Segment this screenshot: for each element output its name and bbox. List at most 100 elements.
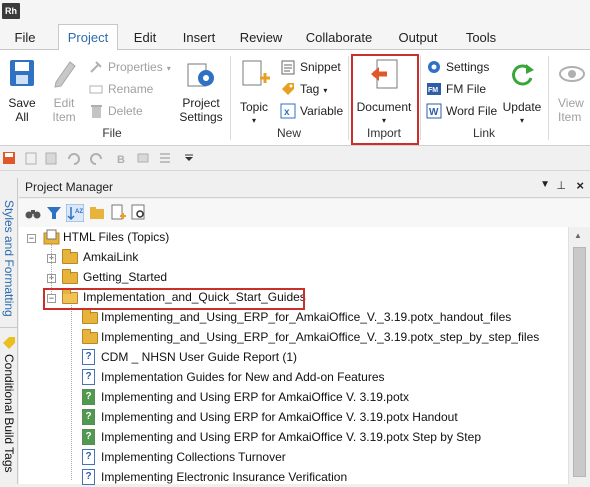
pencil-icon [54,61,76,88]
collapse-icon[interactable]: − [27,234,36,243]
panel-title: Project Manager [25,180,114,194]
settings-gear-icon [428,61,440,73]
folder-icon [62,269,78,284]
snippet-button[interactable]: Snippet [300,58,341,76]
tab-tools[interactable]: Tools [458,28,504,50]
close-icon[interactable]: × [576,178,584,193]
refresh-icon [512,64,534,86]
save-all-label: Save All [8,96,36,124]
folder-icon[interactable] [89,205,105,221]
side-panel-tabs: Styles and Formatting Conditional Build … [0,178,18,484]
qat-bold-icon[interactable]: B [114,151,128,165]
project-settings-label: Project Settings [179,96,223,124]
folder-icon [62,249,78,264]
rename-icon [89,85,103,94]
quick-access-toolbar: B [0,147,590,171]
tree-item[interactable]: Implementation Guides for New and Add-on… [101,367,385,387]
qat-align-icon[interactable] [158,151,172,165]
fm-file-button[interactable]: FM File [446,80,486,98]
tree-item[interactable]: CDM _ NHSN User Guide Report (1) [101,347,297,367]
tree-item[interactable]: Implementing and Using ERP for AmkaiOffi… [101,387,409,407]
scroll-up-icon[interactable]: ▲ [574,231,582,240]
binoculars-icon[interactable] [25,205,41,221]
new-topic-button[interactable]: Topic ▾ [234,54,274,126]
tab-output[interactable]: Output [390,28,446,50]
svg-text:x: x [284,107,290,118]
tab-collaborate[interactable]: Collaborate [300,28,378,50]
word-file-button[interactable]: Word File [446,102,497,120]
topic-icon: ? [82,449,95,465]
new-topic-icon [242,60,270,86]
tab-insert[interactable]: Insert [176,28,222,50]
view-item-label: View Item [558,96,584,124]
tag-button[interactable]: Tag ▾ [300,80,327,98]
svg-text:B: B [117,154,125,165]
save-icon [10,60,34,86]
tab-conditional-build-tags[interactable]: Conditional Build Tags [0,332,18,484]
tree-item[interactable]: Implementing Collections Turnover [101,447,286,467]
variable-icon: x [280,103,296,119]
properties-dropdown-icon: ▾ [166,64,171,73]
group-link-label: Link [472,126,495,140]
qat-copy-icon[interactable] [24,151,38,165]
topic-label: Topic [239,100,268,114]
properties-button[interactable]: Properties ▾ [108,58,171,76]
tab-file[interactable]: File [8,28,42,50]
edit-item-button[interactable]: Edit Item [44,54,84,126]
update-button[interactable]: Update ▾ [500,54,544,126]
build-tags-tab-label: Conditional Build Tags [2,354,16,473]
tree-item[interactable]: Implementing and Using ERP for AmkaiOffi… [101,407,458,427]
view-item-button[interactable]: View Item [552,54,590,126]
filter-icon[interactable] [46,205,62,221]
tree-item[interactable]: Implementing_and_Using_ERP_for_AmkaiOffi… [101,327,539,347]
tree-item[interactable]: Implementing Electronic Insurance Verifi… [101,467,347,487]
tab-review[interactable]: Review [236,28,286,50]
topic-green-icon: ? [82,429,95,445]
folder-highlight-box [43,288,305,310]
ribbon-tabs: File Project Edit Insert Review Collabor… [0,22,590,51]
topic-green-icon: ? [82,389,95,405]
variable-button[interactable]: Variable [300,102,343,120]
tree-scrollbar[interactable]: ▲ [568,227,590,484]
tag-icon [282,83,294,95]
title-bar: Rh [0,0,590,22]
qat-customize-icon[interactable] [184,153,194,163]
qat-redo-icon[interactable] [90,151,104,165]
tree-folder-getting-started[interactable]: Getting_Started [83,267,167,287]
view-icon [559,66,585,82]
qat-paste-icon[interactable] [44,151,58,165]
topic-icon: ? [82,349,95,365]
qat-format-icon[interactable] [136,151,150,165]
group-separator [348,56,349,140]
pin-icon[interactable]: ⊥ [556,179,566,192]
tab-edit[interactable]: Edit [127,28,163,50]
tree-line [51,244,52,294]
scroll-thumb[interactable] [573,247,586,477]
tree-item[interactable]: Implementing and Using ERP for AmkaiOffi… [101,427,481,447]
tree-root-html-files[interactable]: HTML Files (Topics) [63,227,169,247]
find-replace-icon[interactable] [131,204,147,222]
new-file-icon[interactable] [110,204,126,222]
group-new-label: New [276,126,301,140]
delete-icon [91,105,102,118]
tree-folder-amkailink[interactable]: AmkaiLink [83,247,138,267]
qat-undo-icon[interactable] [66,151,80,165]
import-highlight-box [351,54,419,145]
tab-styles-and-formatting[interactable]: Styles and Formatting [0,178,18,328]
sort-icon[interactable]: AZ [66,204,84,222]
word-file-icon: W [426,103,442,119]
group-file-label: File [102,126,122,140]
tab-project[interactable]: Project [58,24,118,51]
qat-save-icon[interactable] [2,151,16,165]
tree-item[interactable]: Implementing_and_Using_ERP_for_AmkaiOffi… [101,307,511,327]
project-settings-button[interactable]: Project Settings [176,54,226,126]
topic-green-icon: ? [82,409,95,425]
delete-button[interactable]: Delete [108,102,143,120]
link-settings-button[interactable]: Settings [446,58,489,76]
topic-icon: ? [82,469,95,485]
project-tree: − HTML Files (Topics) + AmkaiLink + Gett… [19,227,568,487]
save-all-button[interactable]: Save All [2,54,42,126]
rename-button[interactable]: Rename [108,80,153,98]
ribbon: Save All Edit Item Properties ▾ Rename De… [0,50,590,146]
panel-menu-icon[interactable]: ▼ [540,179,550,190]
